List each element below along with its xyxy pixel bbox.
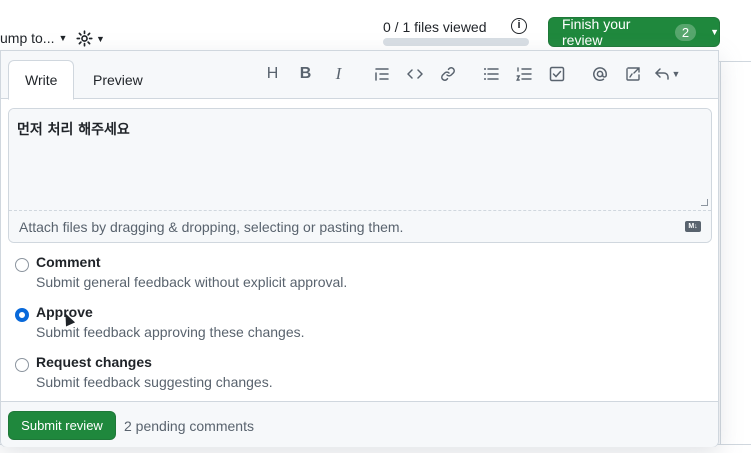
markdown-icon[interactable]: M↓ — [685, 221, 701, 232]
jump-to-label: ump to... — [0, 30, 55, 46]
files-viewed-progress-bar — [383, 38, 529, 46]
tab-preview[interactable]: Preview — [77, 60, 159, 100]
comment-editor: 먼저 처리 해주세요 Attach files by dragging & dr… — [8, 108, 712, 243]
option-description: Submit general feedback without explicit… — [36, 274, 348, 290]
caret-down-icon: ▼ — [58, 33, 68, 43]
comment-radio[interactable] — [15, 258, 29, 272]
link-icon[interactable] — [431, 63, 464, 85]
editor-tabbar: Write Preview H B I ▼ — [1, 51, 718, 100]
mention-icon[interactable] — [583, 63, 616, 85]
attach-files-bar[interactable]: Attach files by dragging & dropping, sel… — [9, 210, 711, 242]
submit-review-button[interactable]: Submit review — [8, 411, 116, 440]
caret-down-icon: ▼ — [710, 27, 719, 37]
italic-icon[interactable]: I — [322, 63, 355, 85]
code-icon[interactable] — [398, 63, 431, 85]
jump-to-menu[interactable]: ump to... ▼ — [0, 30, 67, 46]
finish-review-button[interactable]: Finish your review 2 ▼ — [548, 16, 720, 48]
comment-textarea[interactable]: 먼저 처리 해주세요 — [9, 109, 711, 210]
files-viewed-count: 0 / 1 files viewed — [383, 19, 487, 35]
info-icon[interactable]: i — [511, 18, 527, 34]
request-changes-radio[interactable] — [15, 358, 29, 372]
review-footer: Submit review 2 pending comments — [1, 401, 718, 447]
bold-icon[interactable]: B — [289, 63, 322, 85]
pending-comments-count: 2 pending comments — [124, 418, 254, 434]
caret-down-icon: ▼ — [671, 69, 681, 79]
settings-menu[interactable]: ▼ — [76, 30, 105, 47]
review-popover: Write Preview H B I ▼ 먼저 처리 해주세요 Attach … — [0, 50, 719, 447]
resize-handle[interactable] — [701, 199, 708, 206]
option-description: Submit feedback approving these changes. — [36, 324, 305, 340]
caret-down-icon: ▼ — [96, 33, 105, 44]
cross-reference-icon[interactable] — [616, 63, 649, 85]
markdown-toolbar: H B I ▼ — [256, 63, 685, 85]
background-panel — [720, 62, 751, 453]
option-title: Comment — [36, 254, 101, 270]
option-title: Request changes — [36, 354, 152, 370]
approve-radio[interactable] — [15, 308, 29, 322]
tab-write[interactable]: Write — [8, 60, 75, 100]
ordered-list-icon[interactable] — [507, 63, 540, 85]
quote-icon[interactable] — [365, 63, 398, 85]
reply-icon[interactable]: ▼ — [649, 63, 685, 85]
pending-count-badge: 2 — [674, 23, 697, 41]
unordered-list-icon[interactable] — [474, 63, 507, 85]
finish-review-label: Finish your review — [562, 16, 631, 48]
attach-files-hint: Attach files by dragging & dropping, sel… — [19, 219, 404, 235]
option-description: Submit feedback suggesting changes. — [36, 374, 273, 390]
gear-icon — [76, 30, 93, 47]
heading-icon[interactable]: H — [256, 63, 289, 85]
task-list-icon[interactable] — [540, 63, 573, 85]
